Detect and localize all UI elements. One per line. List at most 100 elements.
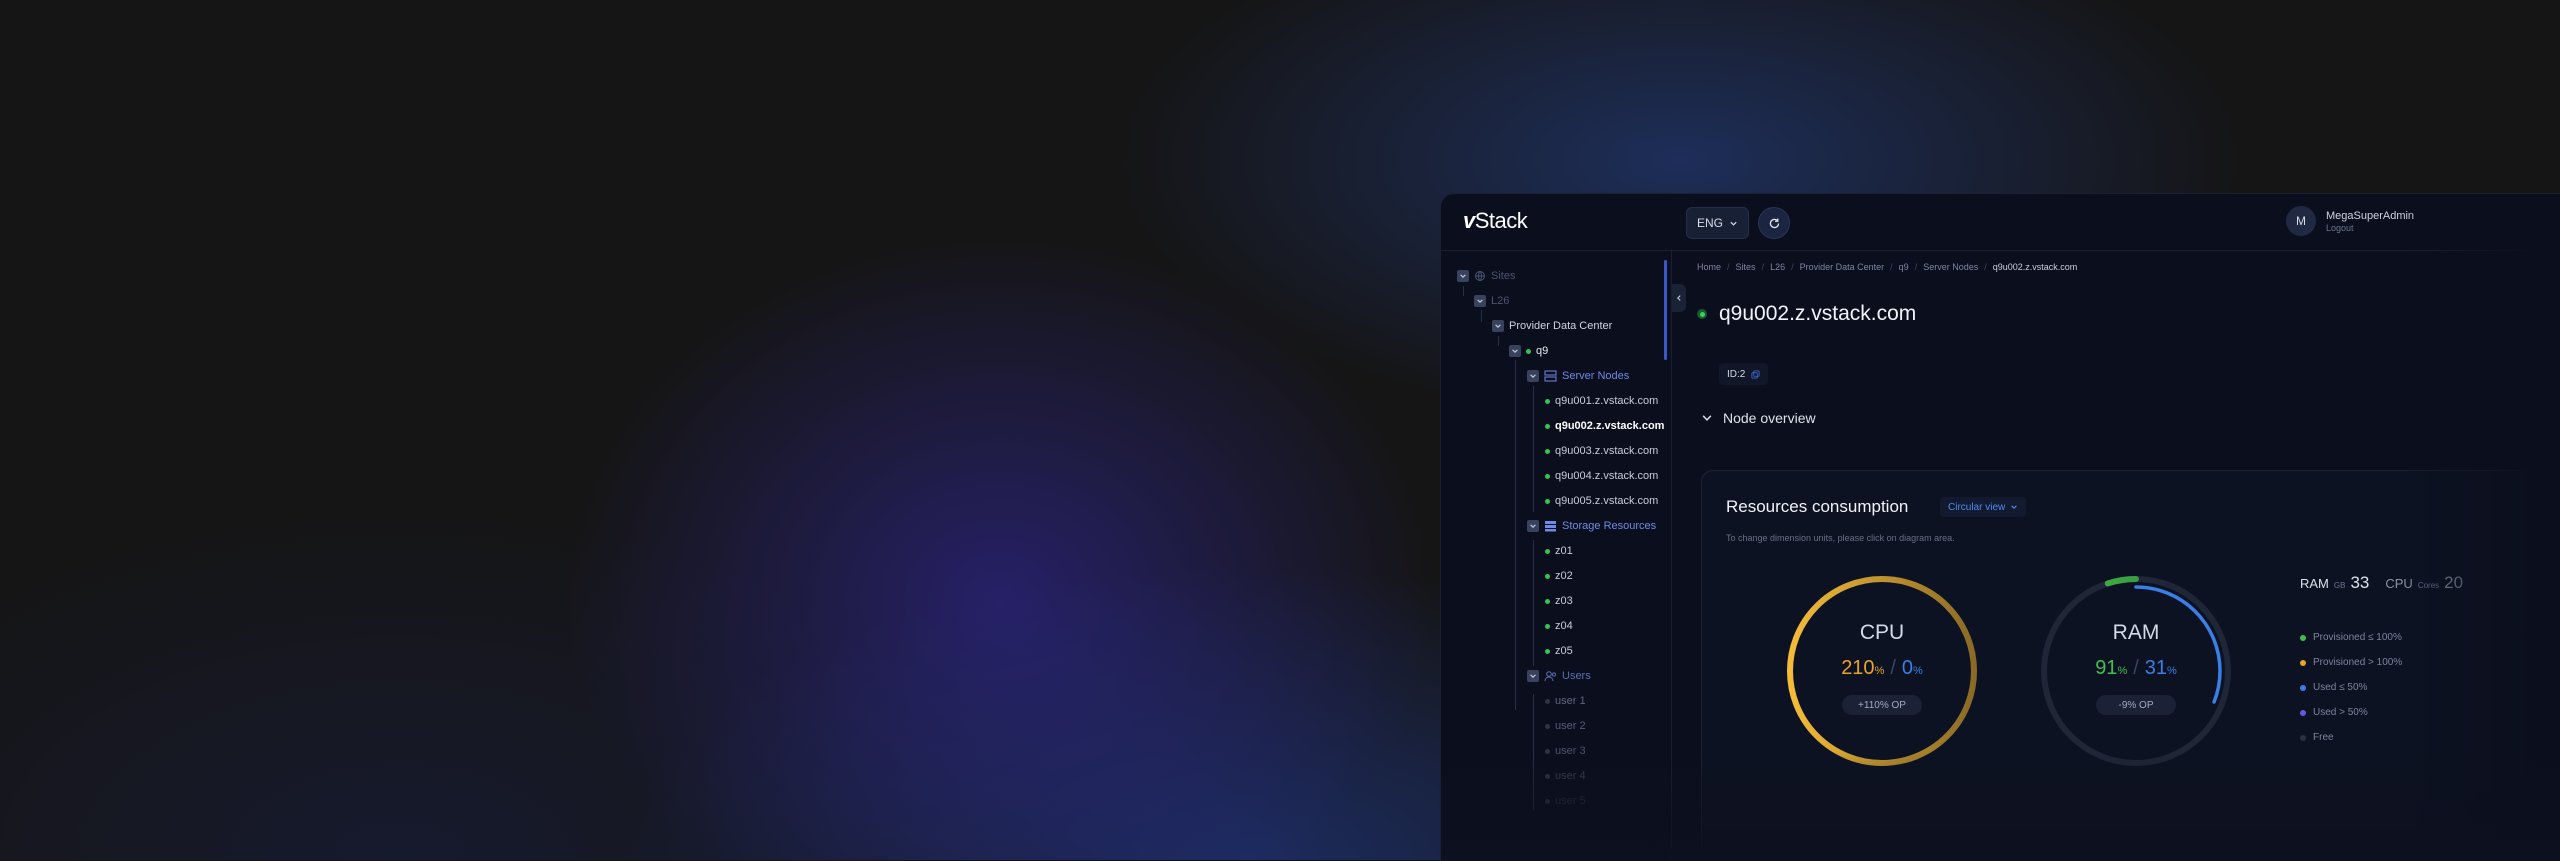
tree-connector — [1515, 360, 1516, 710]
tree-connector — [1463, 286, 1464, 296]
tree-item-datacenter[interactable]: Provider Data Center — [1492, 316, 1612, 336]
language-selector[interactable]: ENG — [1686, 207, 1750, 239]
node-overview-label: Node overview — [1723, 410, 1816, 426]
copy-icon[interactable] — [1751, 369, 1760, 379]
ram-gauge[interactable]: RAM 91%/31% -9% OP — [2036, 571, 2236, 771]
tree-item-storage[interactable]: z05 — [1545, 641, 1573, 661]
tree-item-server[interactable]: q9u003.z.vstack.com — [1545, 441, 1658, 461]
view-mode-select[interactable]: Circular view — [1940, 497, 2027, 517]
node-overview-toggle[interactable]: Node overview — [1701, 410, 1816, 426]
status-dot — [1545, 548, 1550, 554]
expand-toggle-icon[interactable] — [1474, 295, 1486, 307]
status-dot — [1545, 748, 1550, 754]
tree-item-label: q9u001.z.vstack.com — [1555, 395, 1659, 407]
tree-item-label: Server Nodes — [1562, 370, 1630, 382]
expand-toggle-icon[interactable] — [1527, 670, 1539, 682]
tree-item-cluster[interactable]: q9 — [1509, 341, 1548, 361]
chevron-down-icon — [2011, 505, 2018, 509]
status-dot — [1545, 648, 1550, 654]
expand-toggle-icon[interactable] — [1457, 270, 1469, 282]
tree-item-storage[interactable]: z02 — [1545, 566, 1573, 586]
logout-link[interactable]: Logout — [2326, 223, 2414, 233]
server-nodes-icon — [1544, 370, 1557, 382]
app-logo[interactable]: vvStackStack — [1463, 208, 1528, 234]
tree-item-label: Provider Data Center — [1509, 320, 1613, 332]
tree-item-label: Storage Resources — [1562, 520, 1657, 532]
ram-stat: RAM GB 33 — [2300, 573, 2369, 593]
breadcrumb-link[interactable]: Sites — [1736, 262, 1756, 272]
ram-used-value: 31 — [2144, 657, 2168, 679]
tree-item-user[interactable]: user 4 — [1545, 766, 1586, 786]
user-menu[interactable]: M MegaSuperAdmin Logout — [2286, 206, 2414, 236]
tree-item-label: user 1 — [1555, 695, 1586, 707]
user-name: MegaSuperAdmin — [2326, 210, 2415, 222]
ram-stat-label: RAM — [2300, 576, 2329, 591]
tree-item-label: L26 — [1491, 295, 1510, 307]
legend-label: Provisioned > 100% — [2313, 657, 2403, 668]
breadcrumb-separator: / — [1791, 262, 1794, 272]
status-dot — [1545, 798, 1550, 804]
tree-item-user[interactable]: user 3 — [1545, 741, 1586, 761]
expand-toggle-icon[interactable] — [1527, 370, 1539, 382]
status-dot — [1545, 573, 1550, 579]
tree-item-label: q9u003.z.vstack.com — [1555, 445, 1659, 457]
tree-item-server[interactable]: q9u001.z.vstack.com — [1545, 391, 1658, 411]
tree-item-server[interactable]: q9u002.z.vstack.com — [1545, 416, 1664, 436]
tree-item-label: q9u005.z.vstack.com — [1555, 495, 1659, 507]
tree-item-label: z02 — [1555, 570, 1573, 582]
legend-swatch — [2300, 684, 2306, 691]
sidebar-scrollbar[interactable] — [1664, 260, 1667, 360]
node-id-label: ID:2 — [1727, 368, 1746, 380]
tree-item-storage[interactable]: z03 — [1545, 591, 1573, 611]
expand-toggle-icon[interactable] — [1509, 345, 1521, 357]
tree-item-label: Sites — [1491, 270, 1516, 282]
node-header: q9u002.z.vstack.com — [1697, 302, 1916, 326]
chevron-down-icon — [1730, 221, 1737, 226]
tree-item-label: q9u004.z.vstack.com — [1555, 470, 1659, 482]
tree-item-user[interactable]: user 5 — [1545, 791, 1586, 811]
tree-item-storage-resources[interactable]: Storage Resources — [1527, 516, 1656, 536]
top-bar: vvStackStack ENG M MegaSuperAdmin Logout — [1441, 194, 2560, 251]
breadcrumb-separator: / — [1984, 262, 1987, 272]
collapse-sidebar-button[interactable] — [1672, 284, 1686, 312]
expand-toggle-icon[interactable] — [1527, 520, 1539, 532]
refresh-button[interactable] — [1758, 207, 1790, 239]
tree-item-sites[interactable]: Sites — [1457, 266, 1515, 286]
tree-item-label: user 2 — [1555, 720, 1586, 732]
breadcrumb-link[interactable]: q9 — [1899, 262, 1909, 272]
expand-toggle-icon[interactable] — [1492, 320, 1504, 332]
legend-swatch — [2300, 659, 2306, 666]
tree-item-site[interactable]: L26 — [1474, 291, 1509, 311]
status-dot — [1545, 698, 1550, 704]
legend-item: Used > 50% — [2300, 700, 2402, 725]
ram-label: RAM — [2112, 621, 2160, 644]
legend-swatch — [2300, 709, 2306, 716]
breadcrumb-link[interactable]: Provider Data Center — [1800, 262, 1885, 272]
tree-item-users[interactable]: Users — [1527, 666, 1591, 686]
tree-item-storage[interactable]: z04 — [1545, 616, 1573, 636]
breadcrumb-link[interactable]: L26 — [1770, 262, 1785, 272]
cpu-stat: CPU Cores 20 — [2385, 573, 2463, 593]
legend-label: Used > 50% — [2313, 707, 2368, 718]
breadcrumb-link[interactable]: Home — [1697, 262, 1721, 272]
breadcrumb-separator: / — [1914, 262, 1918, 272]
tree-item-server[interactable]: q9u004.z.vstack.com — [1545, 466, 1658, 486]
tree-item-user[interactable]: user 1 — [1545, 691, 1586, 711]
cpu-provisioned-value: 210 — [1841, 657, 1875, 679]
tree-item-user[interactable]: user 2 — [1545, 716, 1586, 736]
resource-stats: RAM GB 33 CPU Cores 20 — [2300, 573, 2463, 593]
sidebar-tree: Sites L26 Provider Data Center q9 Server Nod… — [1441, 250, 1672, 861]
legend-label: Used ≤ 50% — [2313, 682, 2368, 693]
tree-item-server[interactable]: q9u005.z.vstack.com — [1545, 491, 1658, 511]
refresh-icon — [1769, 217, 1779, 228]
ram-provisioned-value: 91 — [2095, 657, 2118, 679]
legend-item: Used ≤ 50% — [2300, 675, 2402, 700]
tree-item-server-nodes[interactable]: Server Nodes — [1527, 366, 1629, 386]
tree-item-storage[interactable]: z01 — [1545, 541, 1573, 561]
cpu-gauge[interactable]: CPU 210%/0% +110% OP — [1782, 571, 1982, 771]
tree-item-label: z04 — [1555, 620, 1573, 632]
breadcrumb-link[interactable]: Server Nodes — [1923, 262, 1978, 272]
tree-connector — [1481, 310, 1482, 322]
resources-card: Resources consumption Circular view To c… — [1701, 470, 2543, 861]
ram-provisioned-unit: % — [2117, 665, 2128, 677]
